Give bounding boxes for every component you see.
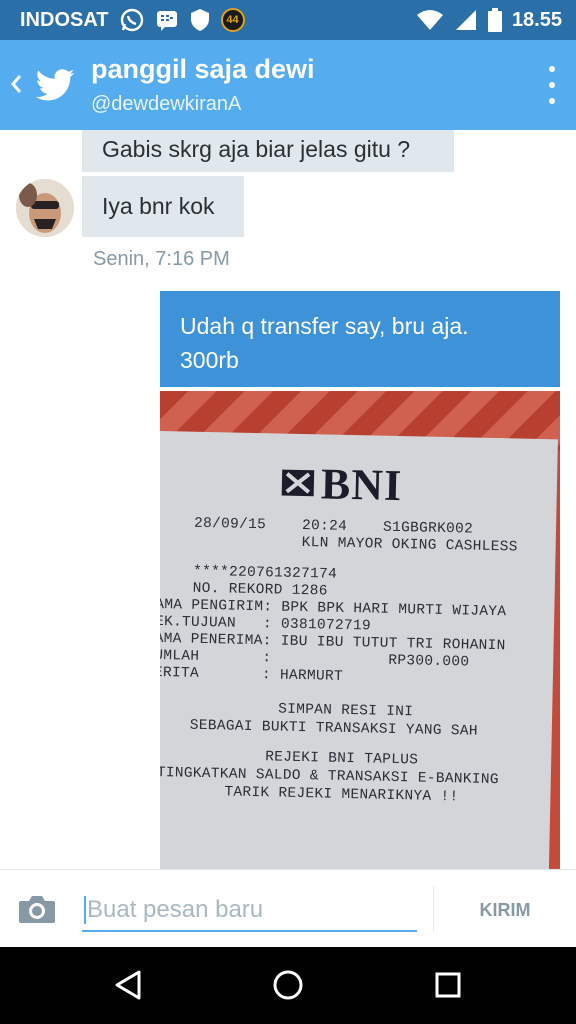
recents-icon[interactable] [428, 967, 468, 1003]
bank-name: BNI [320, 458, 403, 510]
back-icon[interactable] [6, 66, 26, 102]
badge-icon: 44 [220, 8, 245, 32]
attached-photo[interactable]: BNI 28/09/15 20:24 S1GBGRK002 KLN MAYOR … [160, 391, 560, 869]
bank-receipt: BNI 28/09/15 20:24 S1GBGRK002 KLN MAYOR … [160, 431, 558, 869]
avatar[interactable] [16, 179, 74, 237]
message-text: Gabis skrg aja biar jelas gitu ? [102, 135, 411, 162]
message-text: Iya bnr kok [102, 193, 215, 219]
message-text-line: 300rb [180, 347, 239, 373]
clock: 18.55 [511, 8, 562, 31]
bbm-icon [155, 8, 179, 32]
bni-logo-icon [281, 469, 315, 497]
carrier-name: INDOSAT [20, 8, 109, 31]
message-list[interactable]: Gabis skrg aja biar jelas gitu ? Iya bnr… [0, 130, 576, 869]
receipt-line: BERITA : HARMURT [160, 664, 344, 685]
receipt-line: SIMPAN RESI INI [278, 701, 414, 721]
nav-back-icon[interactable] [108, 967, 148, 1003]
receipt-line: TINGKATKAN SALDO & TRANSAKSI E-BANKING [160, 765, 499, 789]
signal-icon [454, 8, 478, 32]
system-nav-bar [0, 947, 576, 1024]
receipt-line: NO. REKORD 1286 [192, 580, 328, 600]
outgoing-message: Udah q transfer say, bru aja. 300rb [160, 291, 560, 387]
receipt-line: TARIK REJEKI MENARIKNYA !! [224, 784, 459, 806]
receipt-line: REJEKI BNI TAPLUS [265, 749, 419, 769]
message-composer: Buat pesan baru KIRIM [0, 869, 576, 947]
home-icon[interactable] [268, 967, 308, 1003]
conversation-header: panggil saja dewi @dewdewkiranA [0, 40, 576, 130]
text-cursor [84, 896, 86, 924]
conversation-handle: @dewdewkiranA [91, 93, 242, 115]
incoming-message: Iya bnr kok [82, 176, 244, 237]
whatsapp-icon [119, 7, 145, 33]
wifi-icon [416, 9, 444, 31]
message-input-placeholder: Buat pesan baru [87, 896, 264, 923]
battery-icon [487, 8, 502, 32]
receipt-line: SEBAGAI BUKTI TRANSAKSI YANG SAH [189, 717, 478, 740]
camera-icon[interactable] [18, 894, 56, 924]
twitter-bird-icon[interactable] [34, 64, 76, 106]
shield-icon [189, 8, 211, 32]
receipt-line: ****220761327174 [192, 563, 338, 583]
message-input[interactable]: Buat pesan baru [82, 890, 417, 932]
message-text-line: Udah q transfer say, bru aja. [180, 313, 469, 339]
incoming-message: Gabis skrg aja biar jelas gitu ? [82, 130, 454, 172]
conversation-title: panggil saja dewi [91, 54, 315, 84]
overflow-menu-icon[interactable] [542, 66, 562, 104]
send-button[interactable]: KIRIM [444, 890, 566, 930]
message-timestamp: Senin, 7:16 PM [93, 248, 230, 270]
status-bar: INDOSAT 44 18.55 [0, 0, 576, 40]
composer-divider [433, 886, 434, 932]
bni-logo: BNI [280, 458, 411, 511]
